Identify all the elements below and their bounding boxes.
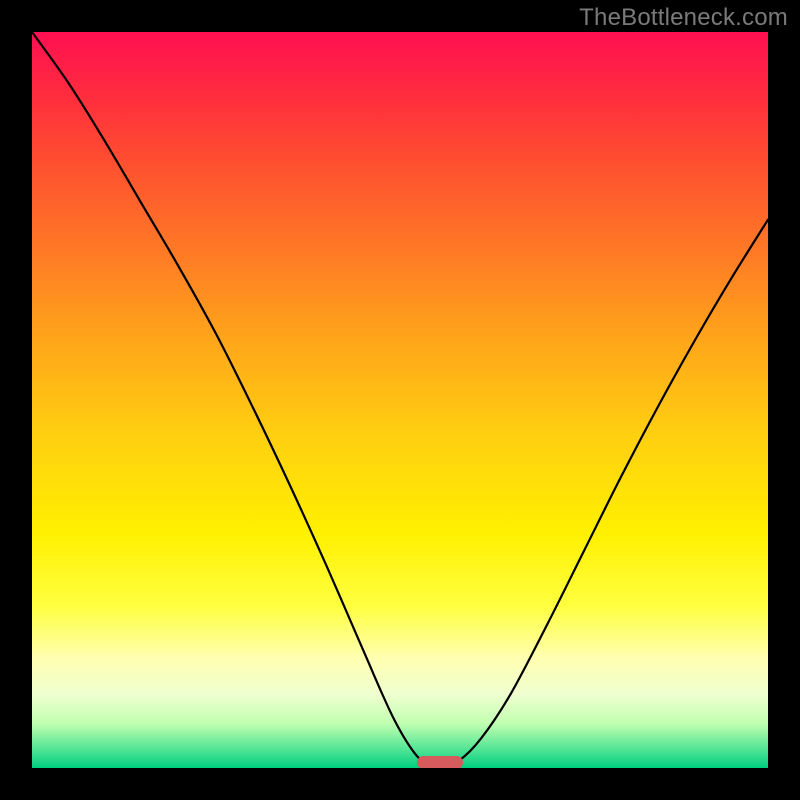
chart-frame: TheBottleneck.com: [0, 0, 800, 800]
optimal-marker: [417, 756, 463, 768]
watermark-text: TheBottleneck.com: [579, 4, 788, 32]
plot-area: [32, 32, 768, 768]
curve-path: [32, 32, 768, 765]
bottleneck-curve: [32, 32, 768, 768]
